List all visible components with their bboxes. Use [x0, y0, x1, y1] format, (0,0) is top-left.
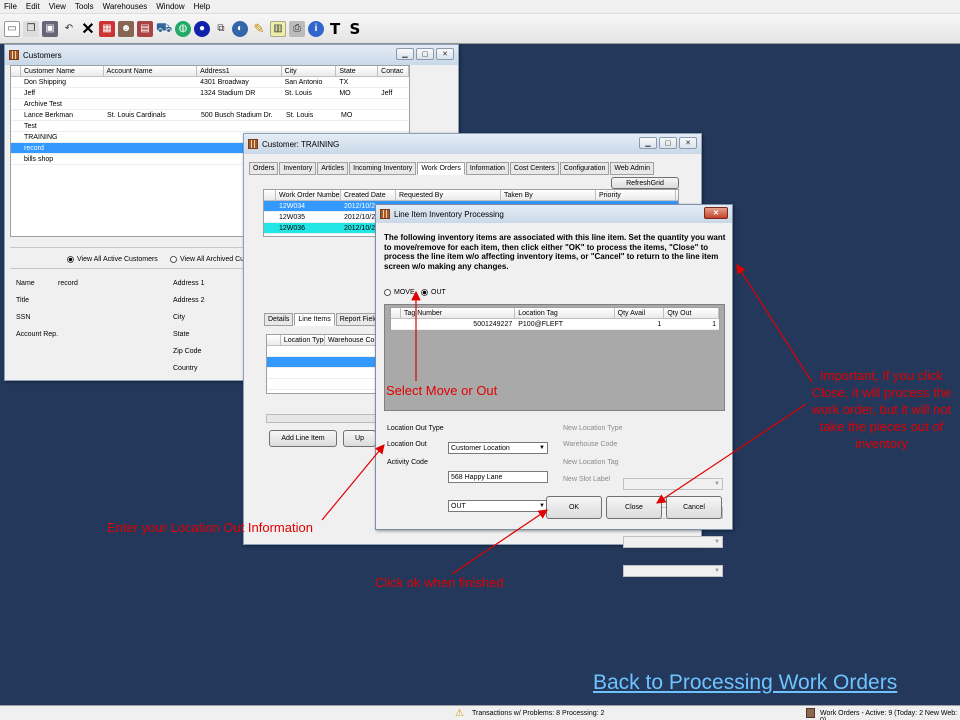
arrow-important-top [736, 263, 813, 383]
warning-icon: ⚠ [455, 708, 464, 719]
annotation-arrows [321, 263, 813, 575]
back-to-processing-link[interactable]: Back to Processing Work Orders [593, 671, 897, 695]
status-transactions[interactable]: Transactions w/ Problems: 8 Processing: … [472, 710, 604, 717]
arrow-click-ok [451, 509, 548, 575]
work-orders-icon [806, 708, 815, 718]
annotation-enter-location: Enter your Location Out Information [107, 520, 313, 535]
arrow-important-close [656, 403, 807, 504]
status-work-orders[interactable]: Work Orders - Active: 9 (Today: 2 New We… [820, 710, 960, 720]
status-bar: ⚠ Transactions w/ Problems: 8 Processing… [0, 705, 960, 720]
annotation-click-ok: Click ok when finished [375, 575, 504, 590]
annotation-important: Important, If you click Close, it will p… [811, 368, 952, 451]
arrow-location-out [321, 444, 385, 521]
annotation-select-move: Select Move or Out [386, 383, 498, 398]
